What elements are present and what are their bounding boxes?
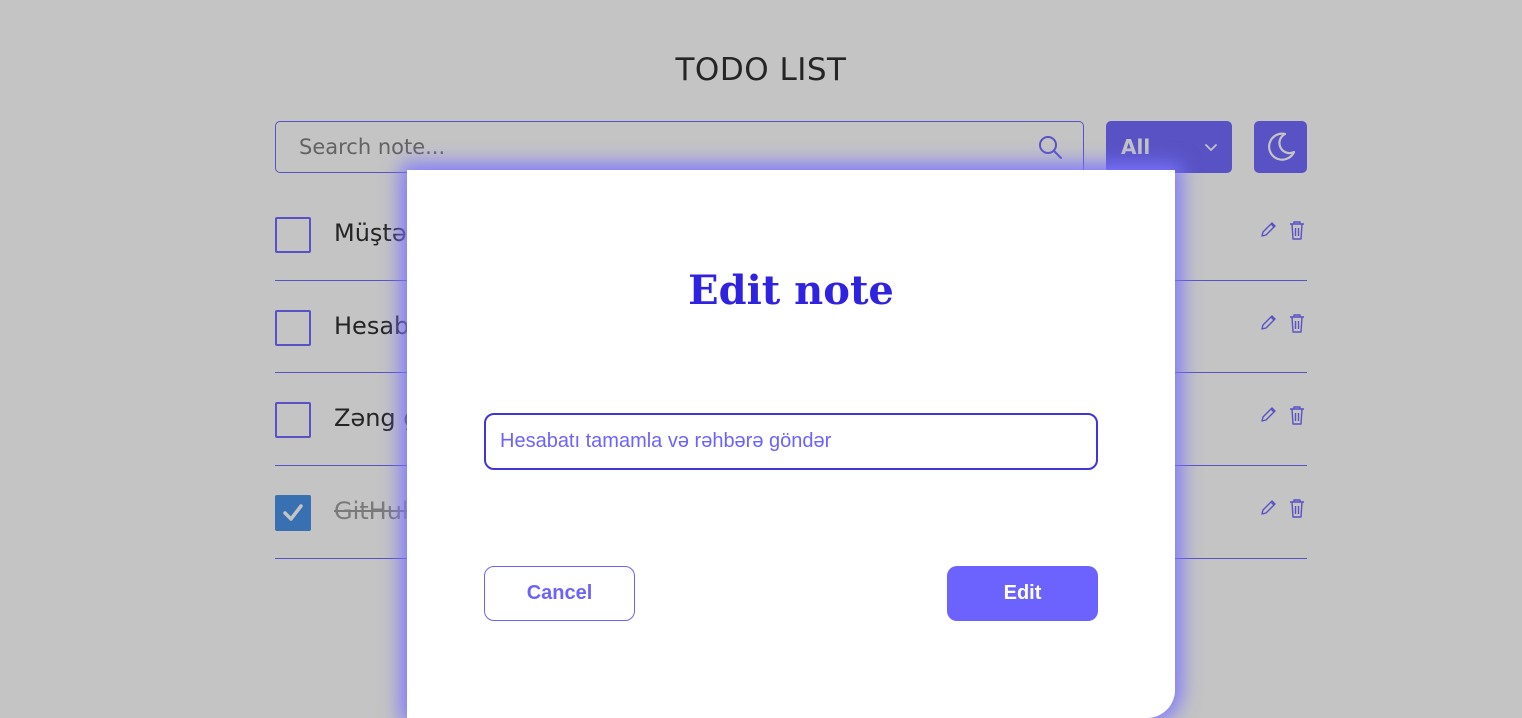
cancel-button[interactable]: Cancel [484,566,635,621]
edit-note-modal: Edit note Cancel Edit [407,170,1175,718]
edit-button[interactable]: Edit [947,566,1098,621]
note-input[interactable] [484,413,1098,470]
todo-app: TODO LIST All Müştə [0,0,1522,718]
modal-title: Edit note [688,267,894,314]
